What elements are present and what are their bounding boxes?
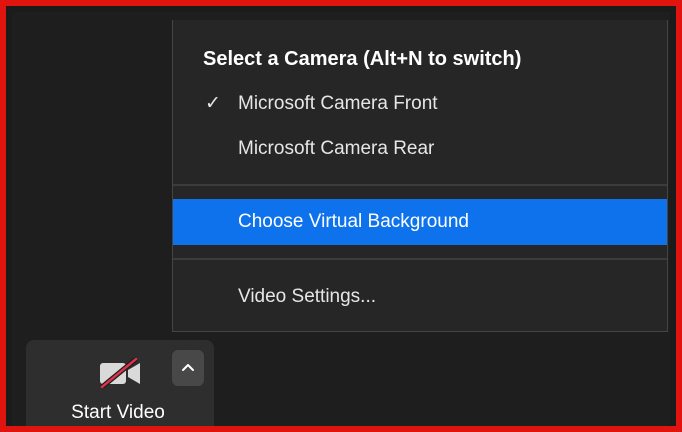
camera-dropdown-menu: Select a Camera (Alt+N to switch) ✓ Micr… xyxy=(172,20,668,332)
checkmark-icon: ✓ xyxy=(205,93,221,115)
chevron-up-icon xyxy=(181,359,195,377)
window-frame: Select a Camera (Alt+N to switch) ✓ Micr… xyxy=(0,0,682,432)
menu-item-label: Microsoft Camera Front xyxy=(238,93,438,114)
video-off-icon xyxy=(98,357,144,389)
menu-header: Select a Camera (Alt+N to switch) xyxy=(203,48,522,70)
menu-item-virtual-background[interactable]: Choose Virtual Background xyxy=(173,199,667,245)
menu-divider xyxy=(173,258,667,260)
menu-item-camera-front[interactable]: ✓ Microsoft Camera Front xyxy=(173,81,667,127)
menu-item-camera-rear[interactable]: Microsoft Camera Rear xyxy=(173,126,667,172)
start-video-label: Start Video xyxy=(71,402,165,423)
video-options-arrow-button[interactable] xyxy=(172,350,204,386)
menu-item-video-settings[interactable]: Video Settings... xyxy=(173,274,667,320)
menu-item-label: Choose Virtual Background xyxy=(238,211,469,232)
menu-item-label: Microsoft Camera Rear xyxy=(238,138,435,159)
menu-item-label: Video Settings... xyxy=(238,286,377,307)
start-video-button[interactable]: Start Video xyxy=(26,340,214,426)
menu-divider xyxy=(173,184,667,186)
